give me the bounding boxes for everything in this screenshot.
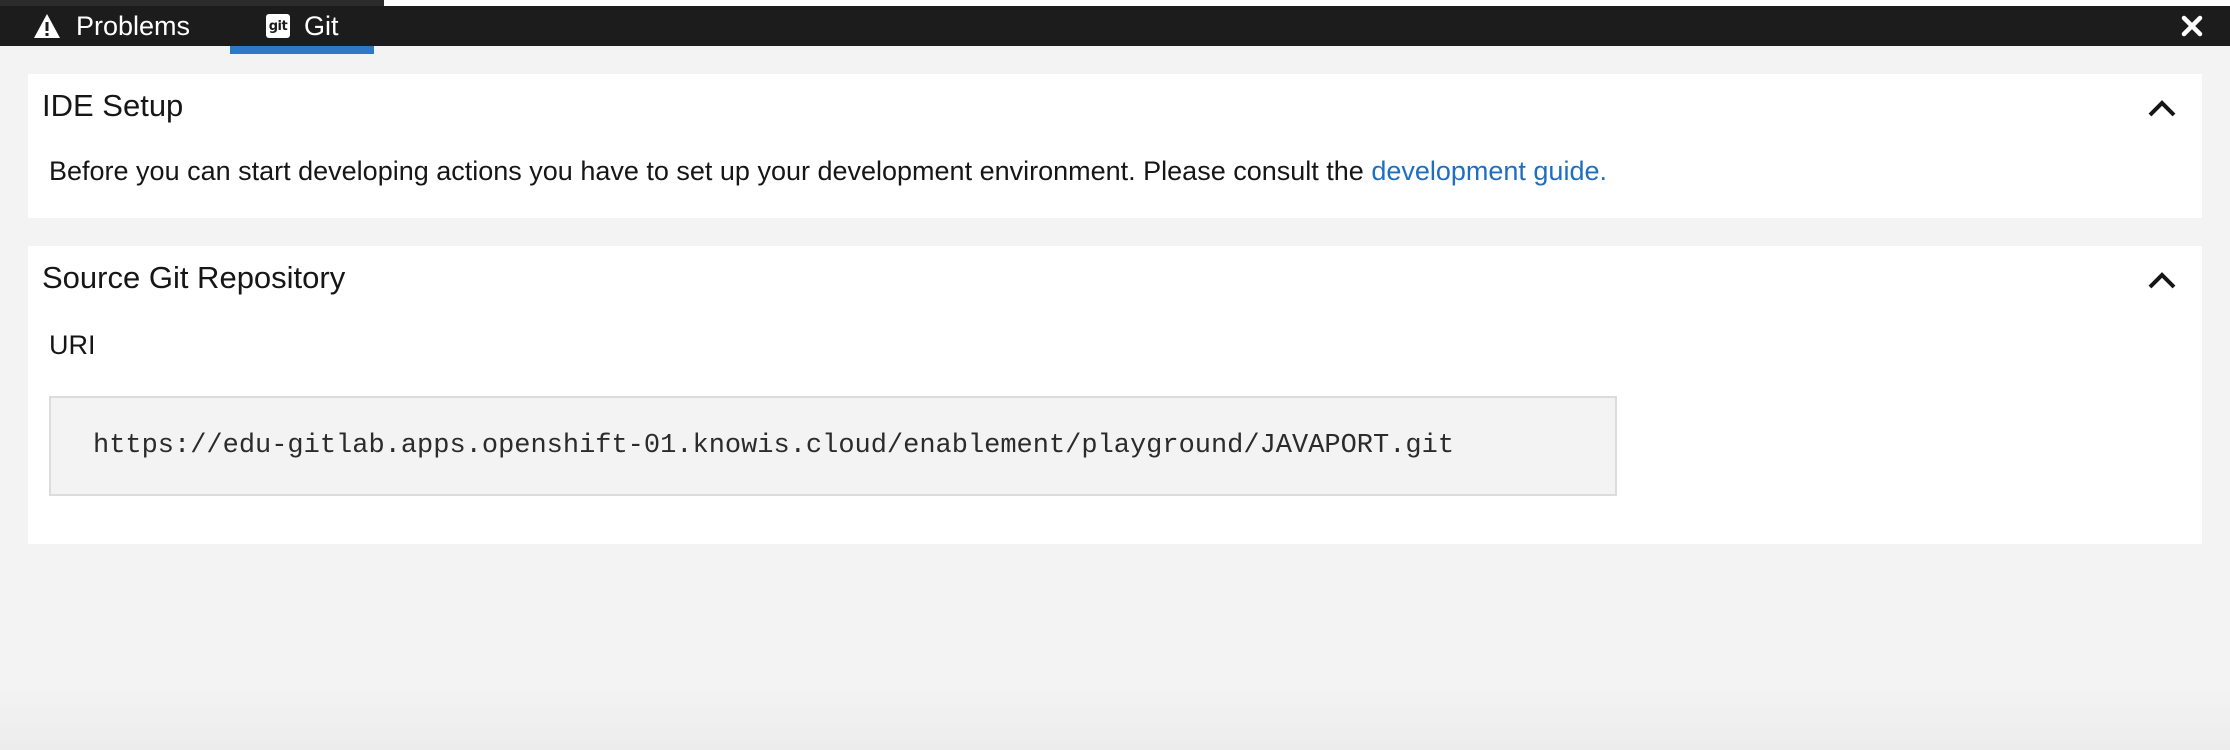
ide-setup-description: Before you can start developing actions …	[49, 156, 1607, 187]
source-git-repository-title: Source Git Repository	[42, 260, 346, 295]
tab-problems-label: Problems	[76, 10, 191, 41]
close-icon[interactable]	[2178, 12, 2206, 40]
ide-setup-body-text: Before you can start developing actions …	[49, 156, 1372, 186]
development-guide-link[interactable]: development guide.	[1371, 156, 1607, 186]
source-git-repository-panel: Source Git Repository URI https://edu-gi…	[28, 246, 2202, 544]
git-icon: git	[266, 14, 290, 38]
source-git-collapse-button[interactable]	[2146, 266, 2178, 298]
uri-field[interactable]: https://edu-gitlab.apps.openshift-01.kno…	[49, 396, 1617, 496]
uri-label: URI	[49, 330, 96, 360]
tab-problems[interactable]: Problems	[32, 6, 190, 46]
tab-git[interactable]: git Git	[230, 6, 374, 54]
warning-icon	[32, 12, 62, 40]
uri-value: https://edu-gitlab.apps.openshift-01.kno…	[93, 431, 1455, 461]
chevron-up-icon	[2147, 270, 2177, 295]
ide-setup-collapse-button[interactable]	[2146, 94, 2178, 126]
chevron-up-icon	[2147, 98, 2177, 123]
active-tab-indicator	[230, 46, 374, 54]
tab-git-label: Git	[304, 10, 339, 41]
ide-setup-title: IDE Setup	[42, 88, 184, 123]
panel-tab-bar: Problems git Git	[0, 6, 2230, 54]
bottom-shade	[0, 690, 2230, 750]
ide-setup-panel: IDE Setup Before you can start developin…	[28, 74, 2202, 218]
